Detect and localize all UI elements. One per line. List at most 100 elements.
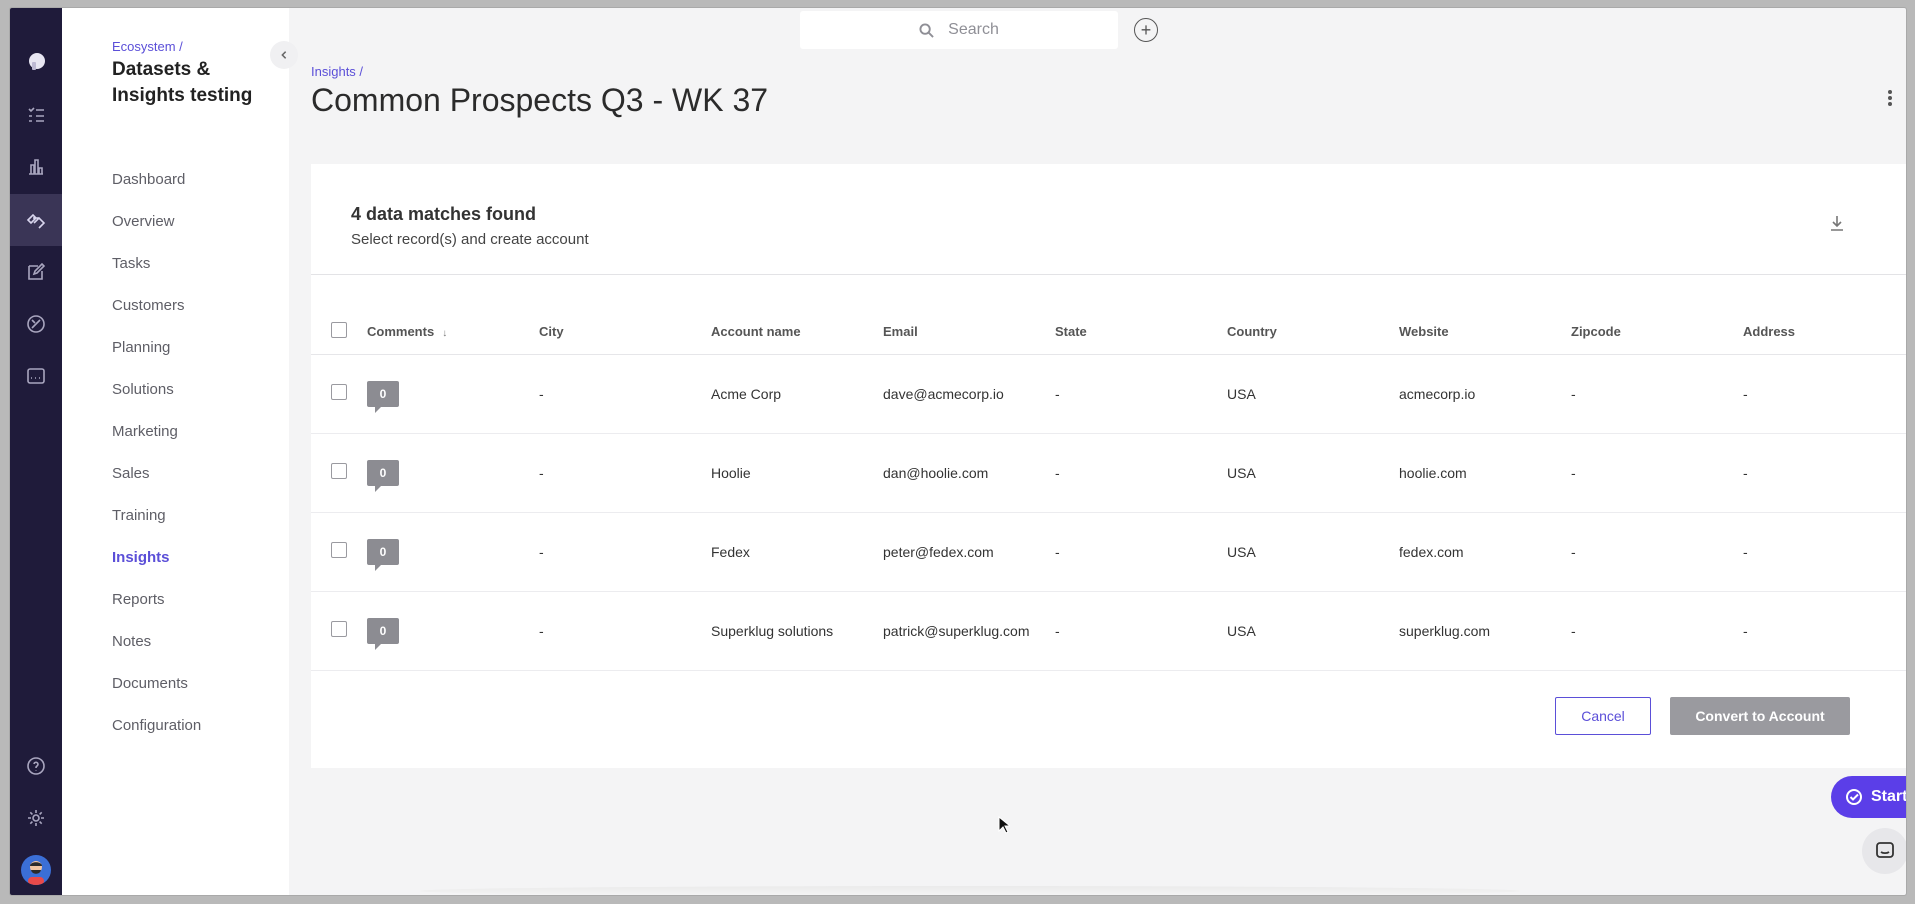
sidebar-item-configuration[interactable]: Configuration (112, 704, 201, 746)
sidebar-item-tasks[interactable]: Tasks (112, 242, 201, 284)
website-cell: superklug.com (1399, 591, 1571, 671)
column-zipcode[interactable]: Zipcode (1571, 310, 1743, 355)
table-row[interactable]: 0 - Acme Corp dave@acmecorp.io - USA acm… (311, 354, 1906, 434)
tasks-icon[interactable] (10, 88, 62, 140)
comment-count-badge[interactable]: 0 (367, 617, 399, 650)
sidebar-item-customers[interactable]: Customers (112, 284, 201, 326)
sidebar-item-overview[interactable]: Overview (112, 200, 201, 242)
page-breadcrumb[interactable]: Insights / (311, 64, 363, 79)
zipcode-cell: - (1571, 433, 1743, 513)
start-label: Start (1871, 788, 1906, 805)
country-cell: USA (1227, 512, 1399, 592)
city-cell: - (539, 354, 711, 434)
sidebar-item-planning[interactable]: Planning (112, 326, 201, 368)
logo-icon[interactable] (10, 36, 62, 88)
row-checkbox[interactable] (331, 621, 347, 637)
column-country[interactable]: Country (1227, 310, 1399, 355)
sidebar-item-reports[interactable]: Reports (112, 578, 201, 620)
column-state[interactable]: State (1055, 310, 1227, 355)
sidebar-item-dashboard[interactable]: Dashboard (112, 158, 201, 200)
website-cell: acmecorp.io (1399, 354, 1571, 434)
search-placeholder: Search (948, 21, 999, 38)
avatar-button[interactable] (10, 844, 62, 895)
state-cell: - (1055, 354, 1227, 434)
address-cell: - (1743, 591, 1906, 671)
column-comments[interactable]: Comments ↓ (367, 310, 539, 355)
column-email[interactable]: Email (883, 310, 1055, 355)
column-address[interactable]: Address (1743, 310, 1906, 355)
select-all-cell (311, 310, 367, 355)
card-header: 4 data matches found Select record(s) an… (351, 204, 589, 248)
download-button[interactable] (1828, 214, 1846, 237)
comment-count-badge[interactable]: 0 (367, 380, 399, 413)
comment-count-badge[interactable]: 0 (367, 459, 399, 492)
add-button[interactable]: + (1134, 18, 1158, 42)
state-cell: - (1055, 512, 1227, 592)
edit-icon[interactable] (10, 246, 62, 298)
email-cell: patrick@superklug.com (883, 591, 1055, 671)
start-button[interactable]: Start (1831, 776, 1906, 818)
select-all-checkbox[interactable] (331, 322, 347, 339)
app-window: Ecosystem / Datasets & Insights testing … (10, 8, 1906, 895)
zipcode-cell: - (1571, 512, 1743, 592)
address-cell: - (1743, 512, 1906, 592)
account-name-cell: Fedex (711, 512, 883, 592)
sidebar-item-insights[interactable]: Insights (112, 536, 201, 578)
plus-icon: + (1140, 20, 1152, 40)
solutions-icon[interactable] (10, 298, 62, 350)
sort-down-icon[interactable]: ↓ (442, 328, 447, 339)
state-cell: - (1055, 433, 1227, 513)
sidebar-item-marketing[interactable]: Marketing (112, 410, 201, 452)
workspace-header: Ecosystem / Datasets & Insights testing (112, 39, 262, 109)
workspace-breadcrumb[interactable]: Ecosystem / (112, 39, 262, 54)
table-row[interactable]: 0 - Hoolie dan@hoolie.com - USA hoolie.c… (311, 433, 1906, 513)
sidebar: Ecosystem / Datasets & Insights testing … (62, 8, 298, 895)
address-cell: - (1743, 433, 1906, 513)
mouse-cursor-icon (998, 816, 1010, 834)
chat-button[interactable] (1862, 828, 1906, 874)
row-checkbox[interactable] (331, 384, 347, 400)
cancel-button[interactable]: Cancel (1555, 697, 1651, 735)
comments-cell: 0 (367, 591, 539, 671)
card-divider (311, 274, 1906, 275)
city-cell: - (539, 591, 711, 671)
kebab-icon[interactable] (1888, 88, 1892, 108)
sidebar-item-notes[interactable]: Notes (112, 620, 201, 662)
search-icon (919, 22, 934, 38)
column-account-name[interactable]: Account name (711, 310, 883, 355)
chart-icon[interactable] (10, 140, 62, 192)
help-icon[interactable] (10, 740, 62, 792)
convert-to-account-button[interactable]: Convert to Account (1670, 697, 1850, 735)
gear-icon[interactable] (10, 792, 62, 844)
account-name-cell: Acme Corp (711, 354, 883, 434)
avatar (21, 855, 51, 885)
email-cell: dave@acmecorp.io (883, 354, 1055, 434)
row-select-cell (311, 354, 367, 434)
matches-subheading: Select record(s) and create account (351, 231, 589, 248)
account-name-cell: Superklug solutions (711, 591, 883, 671)
table-row[interactable]: 0 - Fedex peter@fedex.com - USA fedex.co… (311, 512, 1906, 592)
page-title: Common Prospects Q3 - WK 37 (311, 82, 769, 118)
comment-count-badge[interactable]: 0 (367, 538, 399, 571)
column-website[interactable]: Website (1399, 310, 1571, 355)
row-select-cell (311, 591, 367, 671)
row-checkbox[interactable] (331, 542, 347, 558)
sidebar-nav: Dashboard Overview Tasks Customers Plann… (112, 158, 201, 746)
city-cell: - (539, 433, 711, 513)
insights-icon[interactable] (10, 194, 62, 246)
sidebar-item-documents[interactable]: Documents (112, 662, 201, 704)
search-input[interactable]: Search (800, 11, 1118, 49)
reports-icon[interactable] (10, 350, 62, 402)
zipcode-cell: - (1571, 354, 1743, 434)
sidebar-item-training[interactable]: Training (112, 494, 201, 536)
row-checkbox[interactable] (331, 463, 347, 479)
state-cell: - (1055, 591, 1227, 671)
email-cell: dan@hoolie.com (883, 433, 1055, 513)
sidebar-item-sales[interactable]: Sales (112, 452, 201, 494)
email-cell: peter@fedex.com (883, 512, 1055, 592)
matches-heading: 4 data matches found (351, 204, 537, 224)
table-row[interactable]: 0 - Superklug solutions patrick@superklu… (311, 591, 1906, 671)
country-cell: USA (1227, 433, 1399, 513)
column-city[interactable]: City (539, 310, 711, 355)
sidebar-item-solutions[interactable]: Solutions (112, 368, 201, 410)
